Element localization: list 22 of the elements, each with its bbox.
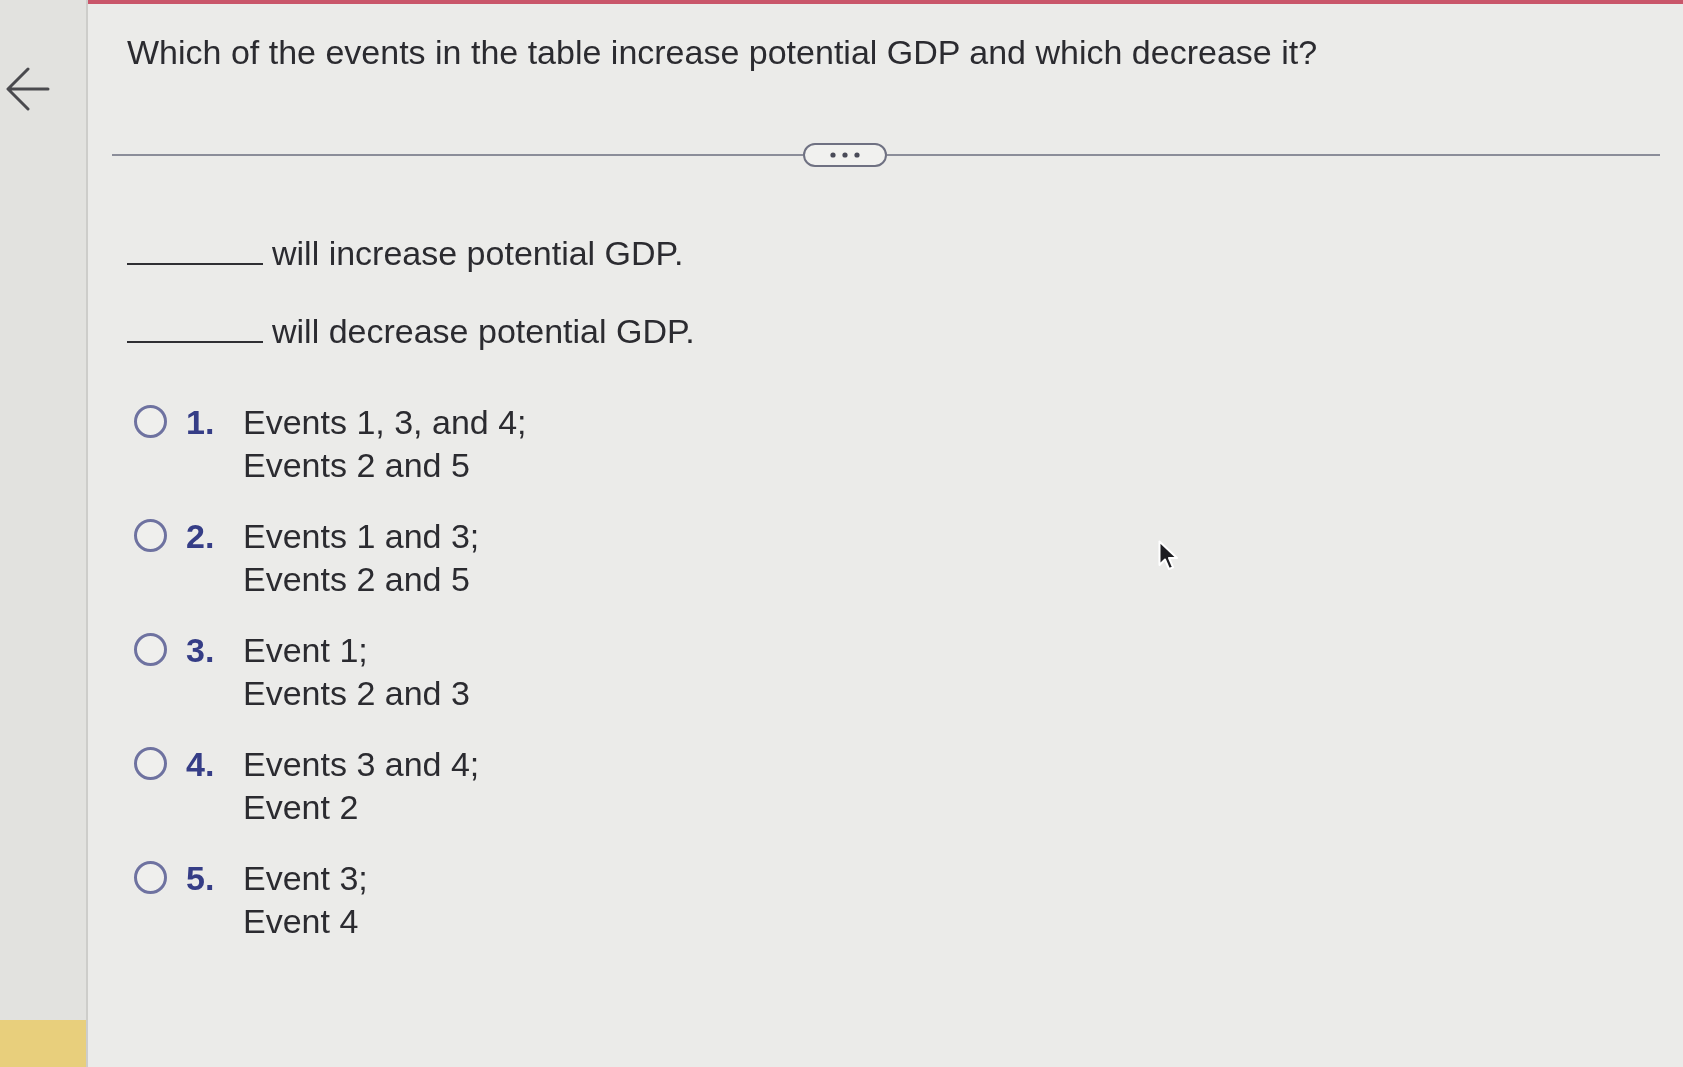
option-number: 2. xyxy=(186,516,216,557)
radio-button[interactable] xyxy=(134,519,167,552)
option-text: Event 1; Events 2 and 3 xyxy=(243,630,470,714)
radio-button[interactable] xyxy=(134,633,167,666)
arrow-left-icon xyxy=(6,66,50,112)
question-text: Which of the events in the table increase potential GDP and which decrease it? xyxy=(127,32,1318,72)
more-icon xyxy=(830,152,860,158)
mouse-pointer-icon xyxy=(1158,540,1180,572)
more-button[interactable] xyxy=(803,143,887,167)
statement-text: will increase potential GDP. xyxy=(272,233,684,273)
option-number: 1. xyxy=(186,402,216,443)
statement-text: will decrease potential GDP. xyxy=(272,311,695,351)
option-text: Events 3 and 4; Event 2 xyxy=(243,744,480,828)
radio-button[interactable] xyxy=(134,861,167,894)
option-number: 3. xyxy=(186,630,216,671)
option-text: Events 1, 3, and 4; Events 2 and 5 xyxy=(243,402,527,486)
option-number: 5. xyxy=(186,858,216,899)
option-text: Events 1 and 3; Events 2 and 5 xyxy=(243,516,480,600)
radio-button[interactable] xyxy=(134,405,167,438)
option-number: 4. xyxy=(186,744,216,785)
radio-button[interactable] xyxy=(134,747,167,780)
option-text: Event 3; Event 4 xyxy=(243,858,368,942)
